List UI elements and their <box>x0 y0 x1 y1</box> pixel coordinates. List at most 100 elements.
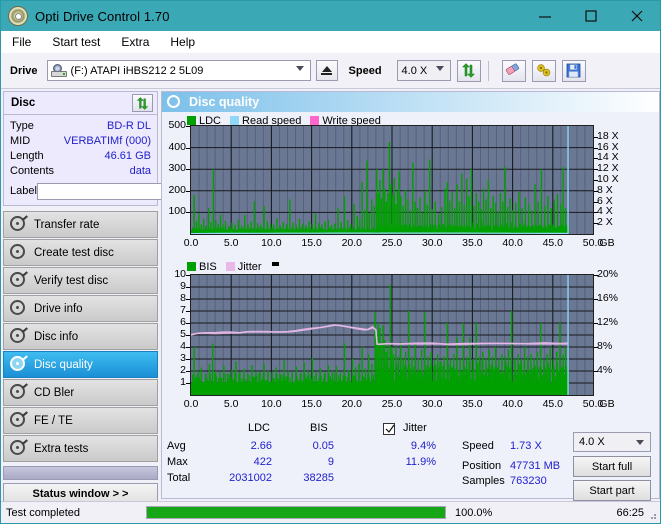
x-axis-tick: 5.0 <box>223 237 239 249</box>
tick-mark <box>594 136 598 138</box>
ldc-read-speed-chart: 100 200 300 400 500 2 X4 X6 X8 X 10 X 12 X 14 X1… <box>162 119 659 257</box>
disc-info-box: Disc Type BD-R DL MID VERBATIMf (000) Le… <box>3 91 239 206</box>
disc-icon <box>9 355 28 374</box>
menu-help[interactable]: Help <box>168 34 197 50</box>
y-axis-tick: 5 <box>180 328 186 340</box>
drive-label: Drive <box>10 64 38 77</box>
test-speed-select[interactable]: 4.0 X <box>573 432 651 452</box>
x-axis-tick: 15.0 <box>301 237 322 249</box>
legend-swatch <box>310 116 320 125</box>
tick-mark <box>594 212 598 214</box>
sidebar-item-label: FE / TE <box>34 414 73 427</box>
chevron-down-icon <box>636 440 644 445</box>
readout-position-value: 47731 MB <box>510 460 561 472</box>
start-full-button[interactable]: Start full <box>573 456 651 477</box>
sidebar-item-create-test-disc[interactable]: Create test disc <box>3 239 158 266</box>
tick-mark <box>186 126 190 127</box>
eject-button[interactable] <box>315 60 338 81</box>
minimize-button[interactable] <box>522 1 568 31</box>
x-axis-tick: 35.0 <box>462 398 483 410</box>
disc-refresh-button[interactable] <box>132 94 153 112</box>
y-axis-tick: 1 <box>180 376 186 388</box>
stats-row-label-avg: Avg <box>167 440 186 452</box>
title-bar: Opti Drive Control 1.70 <box>1 1 660 31</box>
menu-extra[interactable]: Extra <box>119 34 151 50</box>
x-axis-tick: 35.0 <box>462 237 483 249</box>
refresh-arrows-icon <box>136 96 149 110</box>
tick-mark <box>594 190 598 192</box>
x-axis-tick: 25.0 <box>381 237 403 249</box>
y2-axis-tick: 18 X <box>597 129 619 142</box>
start-part-button[interactable]: Start part <box>573 480 651 501</box>
x-axis-tick: 5.0 <box>223 398 239 410</box>
jitter-checkbox[interactable] <box>383 423 395 435</box>
stats-max-jitter: 11.9% <box>405 456 436 468</box>
sidebar-item-label: Transfer rate <box>34 218 100 231</box>
tick-mark <box>186 299 190 300</box>
erase-button[interactable] <box>501 59 526 82</box>
sidebar-nav: Transfer rate Create test disc Verify te… <box>3 211 158 462</box>
left-panel: Disc Type BD-R DL MID VERBATIMf (000) Le… <box>3 91 239 504</box>
disc-label-key: Label <box>10 185 37 197</box>
disc-row-value: 46.61 GB <box>104 149 151 162</box>
y2-axis-tick: 12 X <box>597 162 619 175</box>
tick-mark <box>594 323 598 324</box>
refresh-button[interactable] <box>456 59 481 82</box>
x-axis-tick: 30.0 <box>421 237 443 249</box>
maximize-button[interactable] <box>568 1 614 31</box>
refresh-arrows-icon <box>461 63 476 78</box>
stats-row-label-max: Max <box>167 456 188 468</box>
sidebar-item-fe-te[interactable]: FE / TE <box>3 407 158 434</box>
y-axis-tick: 2 <box>180 364 186 376</box>
main-header: Disc quality <box>162 92 659 112</box>
y2-axis-tick: 8% <box>597 340 613 352</box>
toolbar-divider <box>487 60 489 81</box>
sidebar-item-disc-info[interactable]: Disc info <box>3 323 158 350</box>
tick-mark <box>186 287 190 288</box>
sidebar-item-label: CD Bler <box>34 386 75 399</box>
x-axis-tick: 0.0 <box>183 398 199 410</box>
drive-select[interactable]: (F:) ATAPI iHBS212 2 5L09 <box>46 60 311 81</box>
disc-icon <box>9 439 28 458</box>
disc-icon <box>9 243 28 262</box>
status-bar: Test completed 100.0% 66:25 <box>1 501 660 523</box>
y2-axis-tick: 16 X <box>597 140 619 153</box>
disc-icon <box>9 215 28 234</box>
speed-select[interactable]: 4.0 X <box>396 60 451 81</box>
stats-max-bis: 9 <box>327 456 334 468</box>
y-axis-tick: 400 <box>168 140 186 153</box>
sidebar-item-transfer-rate[interactable]: Transfer rate <box>3 211 158 238</box>
sidebar-item-drive-info[interactable]: Drive info <box>3 295 158 322</box>
sidebar-item-cd-bler[interactable]: CD Bler <box>3 379 158 406</box>
sidebar-item-extra-tests[interactable]: Extra tests <box>3 435 158 462</box>
y-axis-tick: 9 <box>180 280 186 292</box>
x-axis-tick: 20.0 <box>341 237 363 249</box>
x-axis-tick: 45.0 <box>542 398 564 410</box>
legend-label: BIS <box>199 260 217 273</box>
close-button[interactable] <box>614 1 660 31</box>
x-axis-unit-label: GB <box>599 237 615 249</box>
tools-button[interactable] <box>531 59 556 82</box>
menu-file[interactable]: File <box>10 34 33 50</box>
sidebar-item-disc-quality[interactable]: Disc quality <box>3 351 158 378</box>
y-axis-tick: 100 <box>168 205 186 218</box>
save-button[interactable] <box>561 59 586 82</box>
disc-info-rows: Type BD-R DL MID VERBATIMf (000) Length … <box>4 115 239 205</box>
resize-grip[interactable] <box>647 510 657 520</box>
progress-percent: 100.0% <box>455 506 493 519</box>
stats-max-ldc: 422 <box>253 456 272 468</box>
legend-swatch <box>187 262 196 271</box>
legend-swatch <box>187 116 196 125</box>
x-axis-tick: 15.0 <box>301 398 322 410</box>
disc-icon <box>9 383 28 402</box>
y-axis-tick: 3 <box>180 352 186 364</box>
y-axis-tick: 300 <box>168 162 186 175</box>
sidebar-item-label: Disc quality <box>34 358 93 371</box>
y-axis-tick: 4 <box>180 340 186 352</box>
disc-row-value: VERBATIMf (000) <box>63 134 151 147</box>
sidebar-item-label: Drive info <box>34 302 83 315</box>
sidebar-item-verify-test-disc[interactable]: Verify test disc <box>3 267 158 294</box>
menu-start-test[interactable]: Start test <box>50 34 102 50</box>
tick-mark <box>186 359 190 360</box>
tools-icon <box>536 64 550 77</box>
